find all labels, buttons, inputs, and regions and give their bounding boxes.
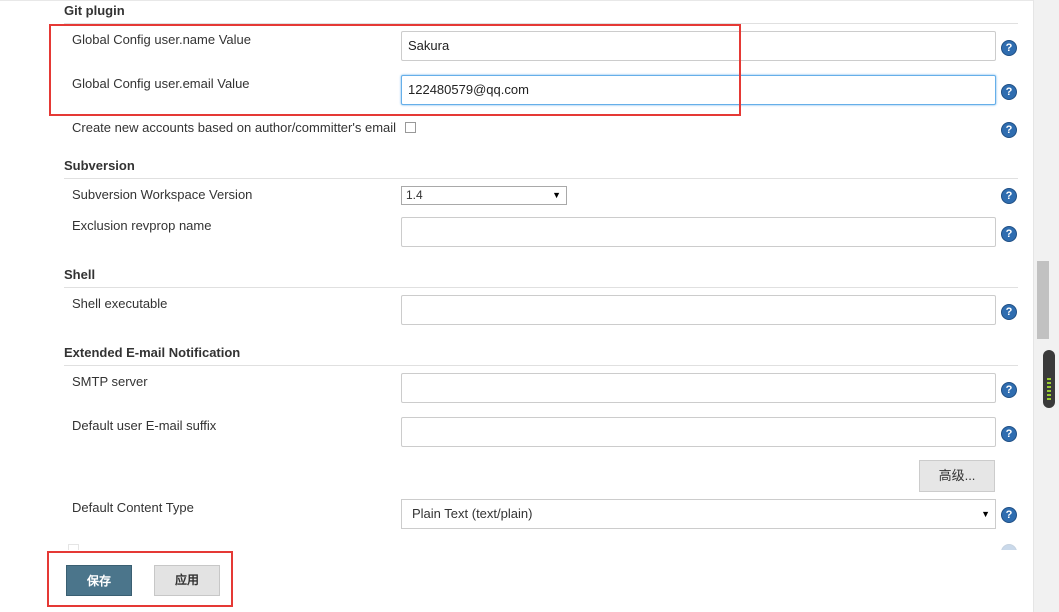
divider [0, 0, 1033, 1]
create-accounts-checkbox[interactable] [405, 122, 416, 133]
email-suffix-input[interactable] [401, 417, 996, 447]
config-page: Git plugin Global Config user.name Value… [0, 0, 1033, 612]
help-icon[interactable]: ? [1001, 226, 1017, 242]
create-accounts-label: Create new accounts based on author/comm… [72, 120, 397, 135]
grip-icon [1047, 378, 1051, 402]
svn-exclusion-input[interactable] [401, 217, 996, 247]
git-user-name-label: Global Config user.name Value [72, 32, 251, 47]
git-user-email-input[interactable]: 122480579@qq.com [401, 75, 996, 105]
help-icon[interactable]: ? [1001, 426, 1017, 442]
shell-executable-label: Shell executable [72, 296, 168, 311]
section-title-git: Git plugin [64, 3, 125, 18]
section-title-subversion: Subversion [64, 158, 135, 173]
divider [64, 178, 1018, 179]
chevron-down-icon: ▼ [552, 190, 561, 200]
advanced-button[interactable]: 高级... [919, 460, 995, 492]
content-type-value: Plain Text (text/plain) [412, 506, 533, 521]
smtp-server-label: SMTP server [72, 374, 148, 389]
svn-workspace-version-label: Subversion Workspace Version [72, 187, 253, 202]
help-icon[interactable]: ? [1001, 507, 1017, 523]
git-user-name-input[interactable]: Sakura [401, 31, 996, 61]
save-button[interactable]: 保存 [66, 565, 132, 596]
section-title-email: Extended E-mail Notification [64, 345, 241, 360]
divider [64, 23, 1018, 24]
section-title-shell: Shell [64, 267, 96, 282]
shell-executable-input[interactable] [401, 295, 996, 325]
help-icon[interactable]: ? [1001, 382, 1017, 398]
help-icon[interactable]: ? [1001, 84, 1017, 100]
smtp-server-input[interactable] [401, 373, 996, 403]
content-type-select[interactable]: Plain Text (text/plain) ▼ [401, 499, 996, 529]
divider [64, 287, 1018, 288]
apply-button[interactable]: 应用 [154, 565, 220, 596]
help-icon[interactable]: ? [1001, 304, 1017, 320]
chevron-down-icon: ▼ [981, 509, 990, 519]
svn-workspace-version-value: 1.4 [406, 188, 423, 202]
divider [64, 365, 1018, 366]
email-suffix-label: Default user E-mail suffix [72, 418, 217, 433]
side-widget-handle[interactable] [1043, 350, 1055, 408]
svn-workspace-version-select[interactable]: 1.4 ▼ [401, 186, 567, 205]
help-icon[interactable]: ? [1001, 122, 1017, 138]
svn-exclusion-label: Exclusion revprop name [72, 218, 212, 233]
git-user-email-label: Global Config user.email Value [72, 76, 250, 91]
scrollbar-thumb[interactable] [1037, 261, 1049, 339]
help-icon[interactable]: ? [1001, 188, 1017, 204]
content-type-label: Default Content Type [72, 500, 194, 515]
help-icon[interactable]: ? [1001, 40, 1017, 56]
